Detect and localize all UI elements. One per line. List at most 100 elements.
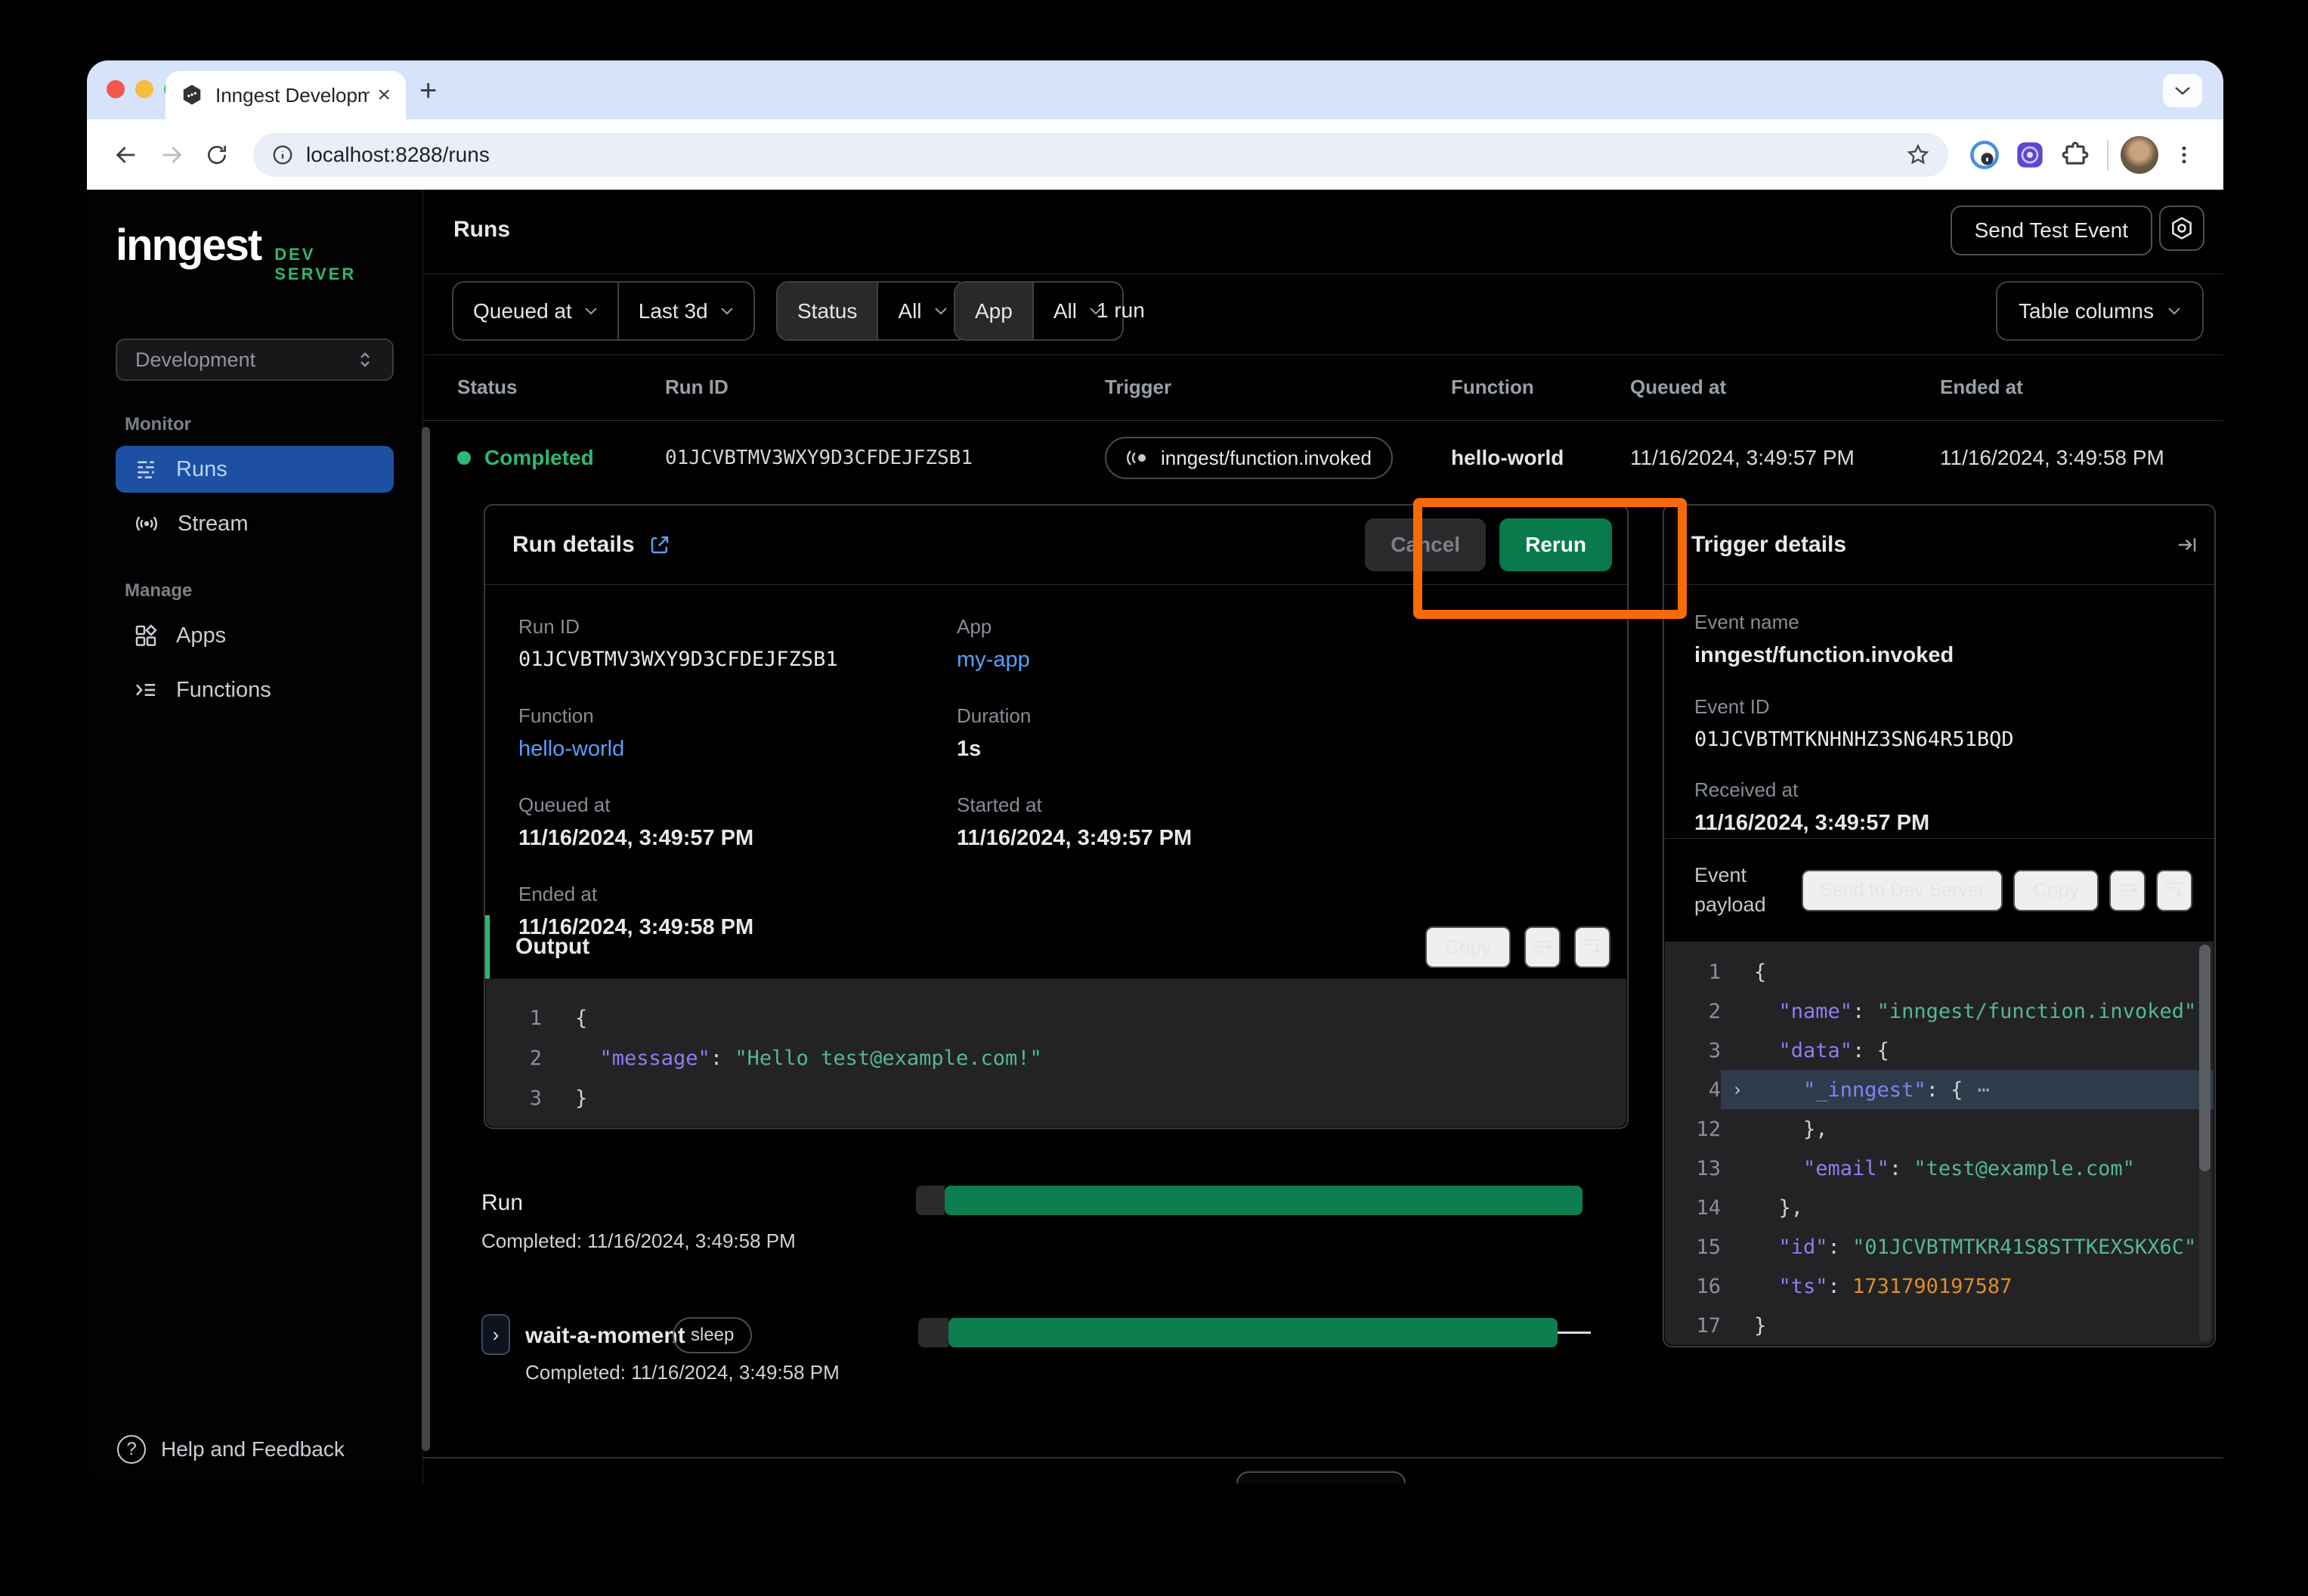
- timeline-run-row[interactable]: Run Completed: 11/16/2024, 3:49:58 PM: [423, 1186, 2223, 1258]
- table-columns-button[interactable]: Table columns: [1996, 281, 2204, 341]
- tab-close-icon[interactable]: ×: [377, 82, 391, 108]
- word-wrap-icon[interactable]: [1524, 926, 1561, 968]
- rerun-button[interactable]: Rerun: [1499, 518, 1612, 571]
- output-code-block: 1{2 "message": "Hello test@example.com!"…: [486, 979, 1626, 1127]
- inngest-logo: inngest: [116, 220, 261, 271]
- step-completed: Completed: 11/16/2024, 3:49:58 PM: [525, 1361, 840, 1384]
- event-payload-header: Event payload Send to Dev Server Copy: [1664, 838, 2214, 942]
- menu-kebab-icon[interactable]: [2164, 135, 2204, 175]
- step-bar[interactable]: [948, 1318, 1558, 1347]
- code-line-12: 12 },: [1665, 1109, 2214, 1149]
- extensions-puzzle-icon[interactable]: [2056, 135, 2095, 175]
- table-columns-label: Table columns: [2019, 299, 2154, 323]
- status-filter[interactable]: Status All: [776, 281, 969, 341]
- workspace-select[interactable]: Development: [116, 339, 394, 381]
- main-scrollbar[interactable]: [422, 427, 430, 1451]
- sidebar-item-functions[interactable]: Functions: [116, 667, 394, 713]
- app-filter-value: All: [1053, 299, 1077, 323]
- purple-extension-icon[interactable]: [2010, 135, 2050, 175]
- status-badge: Completed: [484, 446, 594, 470]
- tabstrip-chevron-button[interactable]: [2163, 74, 2202, 107]
- field-run-id: Run ID01JCVBTMV3WXY9D3CFDEJFZSB1: [518, 615, 957, 673]
- sidebar-item-runs[interactable]: Runs: [116, 446, 394, 493]
- code-line-3: 3}: [486, 1078, 1626, 1118]
- code-line-13: 13 "email": "test@example.com": [1665, 1149, 2214, 1188]
- output-copy-button[interactable]: Copy: [1425, 926, 1511, 968]
- run-details-title: Run details: [512, 532, 635, 558]
- status-filter-label: Status: [778, 283, 877, 339]
- minimize-window-button[interactable]: [135, 80, 153, 98]
- send-to-dev-server-button[interactable]: Send to Dev Server: [1802, 870, 2003, 911]
- external-link-icon[interactable]: [648, 534, 671, 556]
- scroll-to-bottom-icon[interactable]: [1574, 926, 1610, 968]
- app-filter-label: App: [955, 283, 1032, 339]
- bookmark-star-icon[interactable]: [1906, 143, 1930, 167]
- sidebar-item-stream[interactable]: Stream: [116, 500, 394, 547]
- expand-step-button[interactable]: ›: [481, 1314, 510, 1355]
- payload-word-wrap-icon[interactable]: [2109, 870, 2146, 911]
- table-row[interactable]: Completed 01JCVBTMV3WXY9D3CFDEJFZSB1 inn…: [423, 420, 2223, 496]
- profile-avatar[interactable]: [2121, 136, 2158, 174]
- field-function: Functionhello-world: [518, 704, 957, 762]
- apps-icon: [134, 623, 158, 648]
- forward-icon[interactable]: [152, 135, 191, 175]
- code-line-3: 3 "data": {: [1665, 1031, 2214, 1070]
- reload-icon[interactable]: [197, 135, 237, 175]
- footer-divider: [423, 1457, 2223, 1458]
- timeline-run-bar[interactable]: [945, 1186, 1582, 1215]
- column-header-trigger: Trigger: [1105, 376, 1451, 399]
- status-filter-value: All: [898, 299, 921, 323]
- sidebar-nav: MonitorRunsStreamManageAppsFunctions: [116, 414, 394, 713]
- trigger-pill[interactable]: inngest/function.invoked: [1105, 437, 1393, 479]
- inngest-app: inngest DEV SERVER Development MonitorRu…: [87, 190, 2223, 1483]
- code-line-4[interactable]: 4› "_inngest": { ⋯: [1665, 1070, 2214, 1109]
- site-info-icon[interactable]: [271, 144, 294, 166]
- event-payload-code-block: 1{2 "name": "inngest/function.invoked",3…: [1665, 942, 2214, 1345]
- nav-section-monitor: Monitor: [125, 414, 394, 435]
- status-dot: [457, 451, 471, 465]
- collapse-panel-icon[interactable]: [2175, 534, 2199, 556]
- table-header: StatusRun IDTriggerFunctionQueued atEnde…: [423, 354, 2223, 421]
- timeline-step-row[interactable]: › wait-a-moment sleep Completed: 11/16/2…: [423, 1314, 2223, 1397]
- time-range-value: Last 3d: [639, 299, 708, 323]
- sidebar: inngest DEV SERVER Development MonitorRu…: [87, 190, 423, 1483]
- help-and-feedback[interactable]: ? Help and Feedback: [117, 1435, 345, 1464]
- browser-window: Inngest Development Server × + localhost…: [87, 60, 2223, 1483]
- sidebar-item-apps[interactable]: Apps: [116, 612, 394, 659]
- payload-scroll-to-bottom-icon[interactable]: [2156, 870, 2192, 911]
- run-details-fields: Run ID01JCVBTMV3WXY9D3CFDEJFZSB1Appmy-ap…: [485, 585, 1627, 940]
- event-payload-label: Event payload: [1694, 861, 1791, 920]
- send-test-event-button[interactable]: Send Test Event: [1951, 206, 2152, 255]
- url-text[interactable]: localhost:8288/runs: [306, 143, 1894, 167]
- back-icon[interactable]: [107, 135, 146, 175]
- code-line-2: 2 "message": "Hello test@example.com!": [486, 1038, 1626, 1078]
- inngest-favicon: [181, 84, 203, 107]
- code-line-1: 1{: [1665, 952, 2214, 991]
- load-more-button[interactable]: [1236, 1471, 1406, 1483]
- new-tab-button[interactable]: +: [419, 74, 437, 108]
- page-title: Runs: [453, 217, 510, 243]
- payload-copy-button[interactable]: Copy: [2013, 870, 2099, 911]
- cancel-button[interactable]: Cancel: [1365, 518, 1486, 571]
- code-line-1: 1{: [486, 998, 1626, 1038]
- main-content: Runs Send Test Event Queued at Last 3d S…: [423, 190, 2223, 1483]
- browser-toolbar: localhost:8288/runs: [87, 119, 2223, 190]
- time-filter[interactable]: Queued at Last 3d: [452, 281, 755, 341]
- function-cell: hello-world: [1451, 446, 1630, 470]
- field-received-at: Received at11/16/2024, 3:49:57 PM: [1694, 778, 2184, 836]
- password-manager-extension-icon[interactable]: [1965, 135, 2004, 175]
- field-app: Appmy-app: [957, 615, 1594, 673]
- run-details-panel: Run details Cancel Rerun Run ID01JCVBTMV…: [484, 504, 1629, 1129]
- trigger-details-title: Trigger details: [1691, 532, 1846, 558]
- settings-button[interactable]: [2159, 206, 2204, 251]
- field-duration: Duration1s: [957, 704, 1594, 762]
- tab-title: Inngest Development Server: [215, 84, 370, 107]
- browser-tabstrip: Inngest Development Server × +: [87, 60, 2223, 119]
- help-icon: ?: [117, 1435, 146, 1464]
- column-header-queued-at: Queued at: [1630, 376, 1940, 399]
- close-window-button[interactable]: [107, 80, 125, 98]
- column-header-function: Function: [1451, 376, 1630, 399]
- address-bar[interactable]: localhost:8288/runs: [253, 133, 1948, 177]
- browser-tab[interactable]: Inngest Development Server ×: [166, 71, 406, 119]
- payload-scrollbar[interactable]: [2199, 945, 2211, 1342]
